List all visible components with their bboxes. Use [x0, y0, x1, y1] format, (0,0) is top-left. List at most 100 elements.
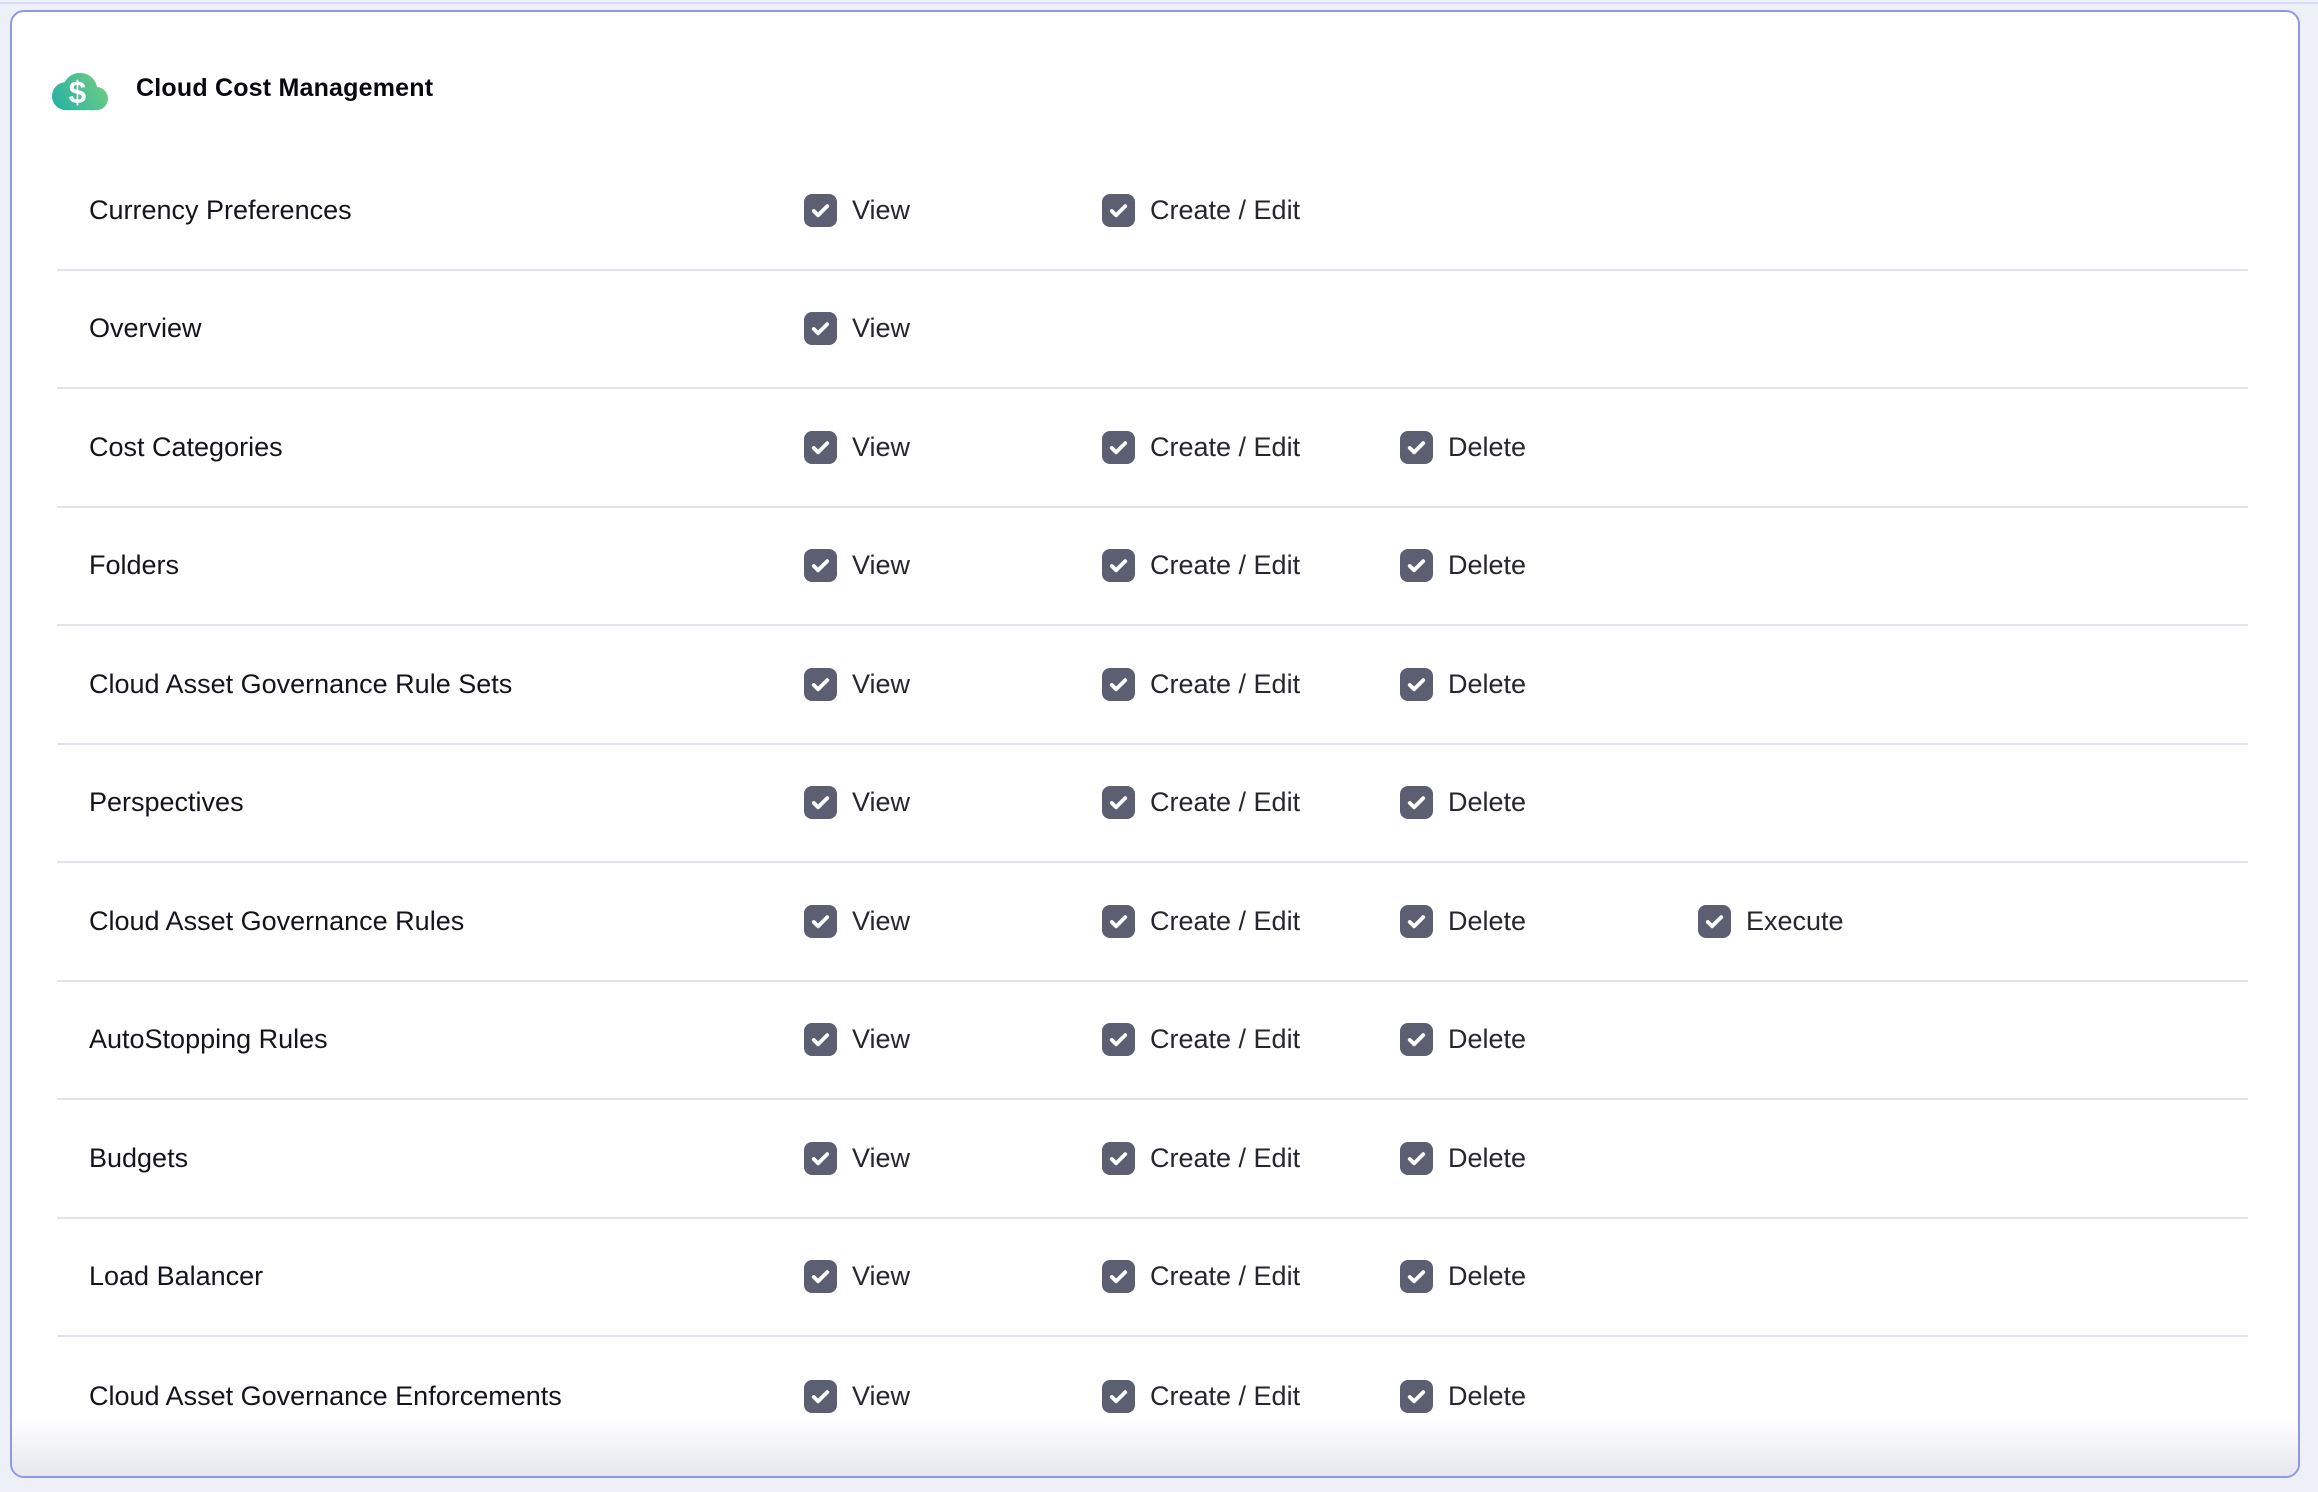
permission-label: View — [852, 432, 910, 463]
delete-checkbox[interactable] — [1400, 1260, 1433, 1293]
delete-checkbox[interactable] — [1400, 905, 1433, 938]
checkmark-icon — [1405, 791, 1428, 814]
permission-label: Create / Edit — [1150, 432, 1300, 463]
cloud-dollar-icon: $ — [52, 63, 108, 113]
create-edit-checkbox[interactable] — [1102, 1142, 1135, 1175]
permission-create-edit: Create / Edit — [1102, 1380, 1400, 1413]
permission-label: View — [852, 550, 910, 581]
view-checkbox[interactable] — [804, 312, 837, 345]
permission-label: Delete — [1448, 550, 1526, 581]
checkmark-icon — [1405, 1385, 1428, 1408]
permission-delete: Delete — [1400, 1023, 1698, 1056]
checkmark-icon — [809, 1265, 832, 1288]
delete-checkbox[interactable] — [1400, 1023, 1433, 1056]
permission-label: Delete — [1448, 432, 1526, 463]
checkmark-icon — [1107, 791, 1130, 814]
view-checkbox[interactable] — [804, 1380, 837, 1413]
permission-label: Create / Edit — [1150, 550, 1300, 581]
permission-create-edit: Create / Edit — [1102, 194, 1400, 227]
checkmark-icon — [1107, 199, 1130, 222]
permission-create-edit: Create / Edit — [1102, 1142, 1400, 1175]
permission-create-edit: Create / Edit — [1102, 1023, 1400, 1056]
execute-checkbox[interactable] — [1698, 905, 1731, 938]
permissions-card: $ Cloud Cost Management Currency Prefere… — [10, 10, 2300, 1478]
permission-view: View — [804, 312, 1102, 345]
permission-label: Create / Edit — [1150, 906, 1300, 937]
checkmark-icon — [1405, 436, 1428, 459]
delete-checkbox[interactable] — [1400, 1380, 1433, 1413]
table-row-autostopping-rules: AutoStopping Rules View Create / Edit De… — [57, 982, 2248, 1101]
view-checkbox[interactable] — [804, 905, 837, 938]
checkmark-icon — [1107, 436, 1130, 459]
permissions-table: Currency Preferences View Create / Edit … — [57, 152, 2248, 1456]
permission-view: View — [804, 1023, 1102, 1056]
delete-checkbox[interactable] — [1400, 431, 1433, 464]
create-edit-checkbox[interactable] — [1102, 549, 1135, 582]
delete-checkbox[interactable] — [1400, 549, 1433, 582]
permission-label: Create / Edit — [1150, 669, 1300, 700]
permission-delete: Delete — [1400, 668, 1698, 701]
view-checkbox[interactable] — [804, 431, 837, 464]
checkmark-icon — [809, 910, 832, 933]
permission-delete: Delete — [1400, 1142, 1698, 1175]
view-checkbox[interactable] — [804, 1260, 837, 1293]
view-checkbox[interactable] — [804, 549, 837, 582]
permission-label: View — [852, 1024, 910, 1055]
permission-view: View — [804, 1380, 1102, 1413]
permission-view: View — [804, 431, 1102, 464]
card-header: $ Cloud Cost Management — [12, 12, 2298, 152]
table-row-overview: Overview View — [57, 271, 2248, 390]
checkmark-icon — [809, 199, 832, 222]
create-edit-checkbox[interactable] — [1102, 194, 1135, 227]
checkmark-icon — [1405, 554, 1428, 577]
delete-checkbox[interactable] — [1400, 668, 1433, 701]
permission-label: Create / Edit — [1150, 1024, 1300, 1055]
permission-label: Create / Edit — [1150, 1261, 1300, 1292]
checkmark-icon — [1107, 910, 1130, 933]
permission-view: View — [804, 1142, 1102, 1175]
permission-delete: Delete — [1400, 1260, 1698, 1293]
permission-create-edit: Create / Edit — [1102, 431, 1400, 464]
table-row-budgets: Budgets View Create / Edit Delete — [57, 1100, 2248, 1219]
create-edit-checkbox[interactable] — [1102, 786, 1135, 819]
permission-label: View — [852, 1143, 910, 1174]
table-row-currency-preferences: Currency Preferences View Create / Edit — [57, 152, 2248, 271]
view-checkbox[interactable] — [804, 1142, 837, 1175]
resource-label: Perspectives — [57, 787, 804, 818]
permission-create-edit: Create / Edit — [1102, 905, 1400, 938]
checkmark-icon — [809, 673, 832, 696]
permission-label: View — [852, 195, 910, 226]
resource-label: Budgets — [57, 1143, 804, 1174]
create-edit-checkbox[interactable] — [1102, 1260, 1135, 1293]
create-edit-checkbox[interactable] — [1102, 431, 1135, 464]
checkmark-icon — [1107, 1385, 1130, 1408]
permission-create-edit: Create / Edit — [1102, 1260, 1400, 1293]
delete-checkbox[interactable] — [1400, 1142, 1433, 1175]
view-checkbox[interactable] — [804, 194, 837, 227]
permission-view: View — [804, 786, 1102, 819]
permission-create-edit: Create / Edit — [1102, 786, 1400, 819]
permission-label: Delete — [1448, 1381, 1526, 1412]
view-checkbox[interactable] — [804, 668, 837, 701]
svg-text:$: $ — [69, 74, 87, 110]
create-edit-checkbox[interactable] — [1102, 1023, 1135, 1056]
view-checkbox[interactable] — [804, 786, 837, 819]
checkmark-icon — [809, 554, 832, 577]
create-edit-checkbox[interactable] — [1102, 668, 1135, 701]
resource-label: Cloud Asset Governance Rules — [57, 906, 804, 937]
checkmark-icon — [1107, 1028, 1130, 1051]
view-checkbox[interactable] — [804, 1023, 837, 1056]
permission-create-edit: Create / Edit — [1102, 549, 1400, 582]
delete-checkbox[interactable] — [1400, 786, 1433, 819]
top-divider-line — [0, 2, 2318, 4]
create-edit-checkbox[interactable] — [1102, 1380, 1135, 1413]
checkmark-icon — [1107, 673, 1130, 696]
table-row-cloud-asset-governance-rules: Cloud Asset Governance Rules View Create… — [57, 863, 2248, 982]
checkmark-icon — [1703, 910, 1726, 933]
create-edit-checkbox[interactable] — [1102, 905, 1135, 938]
permission-execute: Execute — [1698, 905, 2248, 938]
checkmark-icon — [809, 1147, 832, 1170]
checkmark-icon — [1405, 1265, 1428, 1288]
permission-create-edit: Create / Edit — [1102, 668, 1400, 701]
resource-label: Folders — [57, 550, 804, 581]
